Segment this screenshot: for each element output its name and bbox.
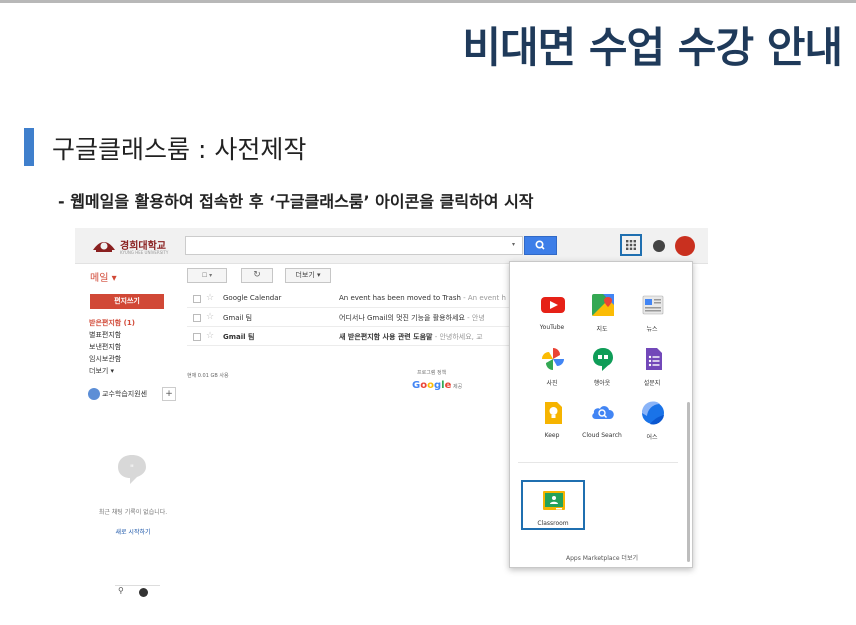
university-logo-subtext: KYUNG HEE UNIVERSITY: [120, 250, 169, 255]
cloud-search-icon: [592, 406, 614, 419]
classroom-icon: [543, 491, 565, 510]
hangout-user[interactable]: 교수학습지원센: [88, 388, 147, 400]
section-accent-bar: [24, 128, 34, 166]
storage-usage: 현재 0.01 GB 사용: [187, 373, 229, 379]
youtube-icon: [541, 297, 565, 313]
email-sender: Gmail 팀: [223, 333, 255, 341]
top-rule: [0, 0, 856, 3]
row-checkbox[interactable]: [193, 295, 201, 303]
user-icon: [88, 388, 100, 400]
app-label: Classroom: [537, 520, 569, 527]
app-label: 사진: [546, 380, 558, 387]
compose-button[interactable]: 편지쓰기: [90, 294, 164, 309]
nav-more[interactable]: 더보기 ▾: [89, 366, 114, 376]
row-checkbox[interactable]: [193, 333, 201, 341]
google-letter: G: [412, 380, 421, 391]
search-icon: [535, 240, 545, 250]
popup-caret: [623, 262, 639, 269]
app-label: 뉴스: [646, 326, 658, 333]
google-letter: e: [444, 380, 452, 391]
email-sender: Gmail 팀: [223, 314, 253, 322]
university-logo-icon: [93, 242, 115, 252]
apps-grid-icon: [626, 240, 636, 250]
app-maps[interactable]: 지도: [574, 286, 630, 346]
search-input[interactable]: [185, 236, 523, 255]
nav-drafts[interactable]: 임시보관함: [89, 354, 121, 364]
app-label: YouTube: [539, 324, 565, 331]
email-subject-text: 어디서나 Gmail의 멋진 기능을 활용하세요: [339, 314, 465, 322]
app-youtube[interactable]: YouTube: [524, 286, 580, 346]
app-classroom[interactable]: Classroom: [525, 482, 581, 542]
hangouts-icon: [593, 348, 613, 371]
nav-inbox[interactable]: 받은편지함 (1): [89, 318, 135, 328]
app-forms[interactable]: 설문지: [624, 340, 680, 400]
chat-bubble-icon: ": [118, 455, 146, 484]
chat-start-link[interactable]: 새로 시작하기: [89, 527, 177, 536]
app-label: 행아웃: [593, 380, 611, 387]
earth-icon: [641, 401, 664, 425]
refresh-button[interactable]: ↻: [241, 268, 273, 283]
mail-label[interactable]: 메일 ▾: [90, 269, 117, 284]
app-label: Cloud Search: [582, 432, 622, 439]
apps-menu-popup: YouTube 지도 뉴스 사진 행아웃 설문지 Keep Cloud Sear…: [509, 261, 693, 568]
email-sender: Google Calendar: [223, 294, 282, 302]
row-checkbox[interactable]: [193, 314, 201, 322]
popup-divider: [518, 462, 678, 463]
star-icon[interactable]: ☆: [206, 331, 214, 341]
email-snippet: - 안녕: [464, 314, 485, 322]
nav-sent[interactable]: 보낸편지함: [89, 342, 121, 352]
app-label: 설문지: [643, 380, 661, 387]
instruction-text: - 웹메일을 활용하여 접속한 후 ‘구글클래스룸’ 아이콘을 클릭하여 시작: [58, 192, 534, 211]
app-earth[interactable]: 어스: [624, 394, 680, 454]
slide-title: 비대면 수업 수강 안내: [462, 23, 843, 72]
email-snippet: - An event h: [460, 294, 506, 302]
google-letter: o: [427, 380, 434, 391]
app-label: Keep: [544, 432, 560, 439]
google-provided-text: 제공: [453, 384, 463, 390]
popup-scrollbar[interactable]: [687, 402, 690, 562]
maps-icon: [592, 294, 614, 316]
select-checkbox-button[interactable]: ☐ ▾: [187, 268, 227, 283]
more-button[interactable]: 더보기 ▾: [285, 268, 331, 283]
app-hangouts[interactable]: 행아웃: [574, 340, 630, 400]
app-label: 어스: [646, 434, 658, 441]
nav-starred[interactable]: 별표편지함: [89, 330, 121, 340]
star-icon[interactable]: ☆: [206, 312, 214, 322]
chat-status-icon[interactable]: [139, 588, 148, 597]
apps-launcher-button[interactable]: [620, 234, 642, 256]
email-snippet: - 안녕하세요, 교: [432, 333, 483, 341]
app-news[interactable]: 뉴스: [624, 286, 680, 346]
email-subject-text: An event has been moved to Trash: [339, 294, 461, 302]
hangout-user-name: 교수학습지원센: [102, 390, 148, 398]
search-options-icon[interactable]: ▾: [512, 241, 515, 248]
hangout-add-button[interactable]: +: [162, 387, 176, 401]
chat-empty-message: 최근 채팅 기록이 없습니다.: [98, 509, 168, 516]
keep-icon: [545, 402, 562, 424]
app-photos[interactable]: 사진: [524, 340, 580, 400]
forms-icon: [646, 348, 662, 370]
section-title: 구글클래스룸 : 사전제작: [52, 135, 307, 164]
app-keep[interactable]: Keep: [524, 394, 580, 454]
account-avatar[interactable]: [675, 236, 695, 256]
star-icon[interactable]: ☆: [206, 293, 214, 303]
search-button[interactable]: [524, 236, 557, 255]
photos-icon: [542, 348, 564, 370]
program-policy-link[interactable]: 프로그램 정책: [417, 369, 446, 376]
google-wordmark: Google: [412, 380, 451, 391]
contacts-icon[interactable]: ⚲: [118, 586, 124, 595]
app-cloud-search[interactable]: Cloud Search: [574, 394, 630, 454]
app-label: 지도: [596, 326, 608, 333]
news-icon: [642, 295, 664, 315]
apps-marketplace-link[interactable]: Apps Marketplace 더보기: [510, 553, 692, 562]
notifications-icon[interactable]: [653, 240, 665, 252]
email-subject-text: 새 받은편지함 사용 관련 도움말: [339, 333, 433, 341]
svg-text:": ": [130, 464, 134, 474]
